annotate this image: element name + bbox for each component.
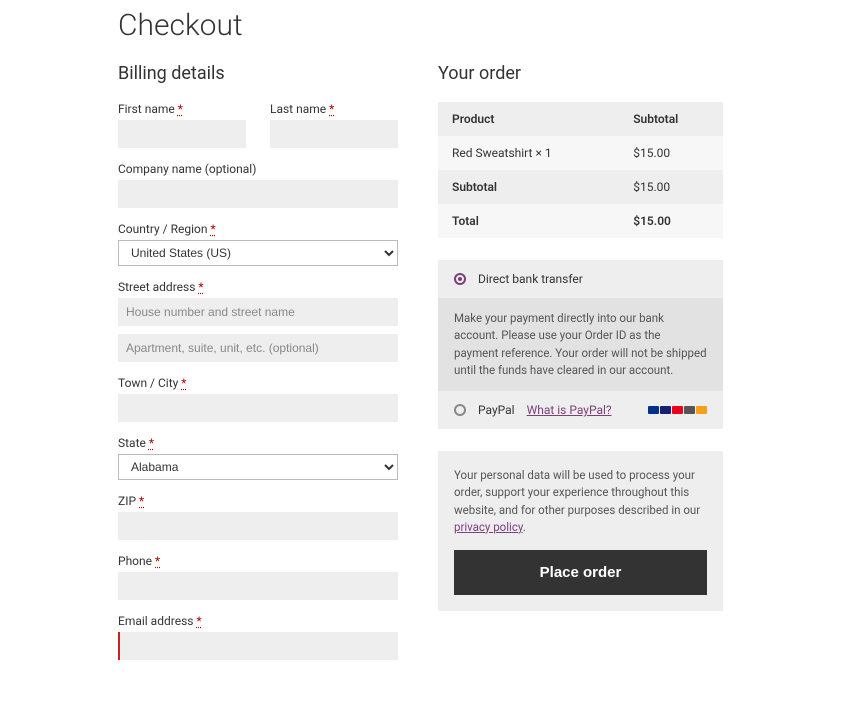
first-name-input[interactable] bbox=[118, 120, 246, 148]
country-label: Country / Region * bbox=[118, 222, 398, 236]
privacy-policy-link[interactable]: privacy policy bbox=[454, 520, 523, 534]
city-label: Town / City * bbox=[118, 376, 398, 390]
order-table: Product Subtotal Red Sweatshirt × 1 $15.… bbox=[438, 102, 723, 238]
zip-label: ZIP * bbox=[118, 494, 398, 508]
privacy-box: Your personal data will be used to proce… bbox=[438, 451, 723, 611]
billing-heading: Billing details bbox=[118, 63, 398, 84]
state-label: State * bbox=[118, 436, 398, 450]
place-order-button[interactable]: Place order bbox=[454, 550, 707, 595]
page-title: Checkout bbox=[118, 8, 729, 43]
order-subtotal-row: Subtotal $15.00 bbox=[438, 170, 723, 204]
radio-off-icon bbox=[454, 404, 466, 416]
payment-paypal-option[interactable]: PayPal What is PayPal? bbox=[438, 391, 723, 429]
payment-methods: Direct bank transfer Make your payment d… bbox=[438, 260, 723, 429]
street-input[interactable] bbox=[118, 298, 398, 326]
payment-bank-option[interactable]: Direct bank transfer bbox=[438, 260, 723, 298]
city-input[interactable] bbox=[118, 394, 398, 422]
radio-on-icon bbox=[454, 273, 466, 285]
street-label: Street address * bbox=[118, 280, 398, 294]
email-input[interactable] bbox=[120, 632, 398, 660]
privacy-text: Your personal data will be used to proce… bbox=[454, 467, 707, 536]
card-icon bbox=[684, 406, 695, 414]
zip-input[interactable] bbox=[118, 512, 398, 540]
state-select[interactable]: Alabama bbox=[118, 454, 398, 480]
order-col-subtotal: Subtotal bbox=[619, 102, 723, 136]
order-heading: Your order bbox=[438, 63, 723, 84]
company-input[interactable] bbox=[118, 180, 398, 208]
billing-column: Billing details First name * Last name *… bbox=[118, 63, 398, 674]
card-icons bbox=[648, 406, 707, 414]
phone-label: Phone * bbox=[118, 554, 398, 568]
first-name-label: First name * bbox=[118, 102, 246, 116]
country-select[interactable]: United States (US) bbox=[118, 240, 398, 266]
order-column: Your order Product Subtotal Red Sweatshi… bbox=[438, 63, 723, 674]
card-icon bbox=[696, 406, 707, 414]
street2-input[interactable] bbox=[118, 334, 398, 362]
order-total-row: Total $15.00 bbox=[438, 204, 723, 238]
card-icon bbox=[648, 406, 659, 414]
phone-input[interactable] bbox=[118, 572, 398, 600]
paypal-whatis-link[interactable]: What is PayPal? bbox=[527, 403, 612, 417]
last-name-input[interactable] bbox=[270, 120, 398, 148]
company-label: Company name (optional) bbox=[118, 162, 398, 176]
payment-bank-label: Direct bank transfer bbox=[478, 272, 583, 286]
order-line-item: Red Sweatshirt × 1 $15.00 bbox=[438, 136, 723, 170]
email-label: Email address * bbox=[118, 614, 398, 628]
order-col-product: Product bbox=[438, 102, 619, 136]
card-icon bbox=[660, 406, 671, 414]
last-name-label: Last name * bbox=[270, 102, 398, 116]
payment-bank-desc: Make your payment directly into our bank… bbox=[438, 298, 723, 391]
payment-paypal-label: PayPal bbox=[478, 403, 515, 417]
card-icon bbox=[672, 406, 683, 414]
